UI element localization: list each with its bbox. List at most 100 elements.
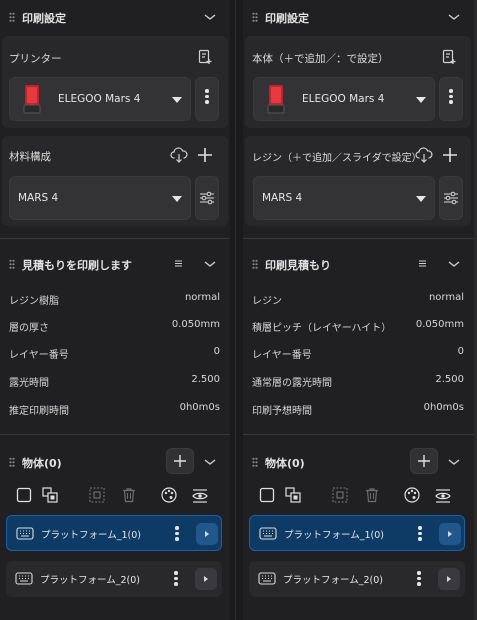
estimate-header[interactable]: 見積もりを印刷します	[0, 247, 230, 281]
list-item-platform-1[interactable]: プラットフォーム_1(0)	[6, 515, 222, 551]
material-label: レジン（＋で追加／スライダで設定）	[252, 153, 422, 164]
print-settings-header[interactable]: 印刷設定	[0, 0, 230, 34]
trash-icon[interactable]	[363, 486, 381, 504]
drag-grip-icon[interactable]	[9, 12, 15, 22]
material-label: 材料構成	[9, 151, 51, 163]
chevron-down-icon[interactable]	[202, 256, 218, 272]
panel-title: 印刷設定	[265, 12, 309, 25]
printer-select[interactable]: ELEGOO Mars 4	[253, 77, 435, 121]
item-label: プラットフォーム_1(0)	[284, 530, 384, 541]
caret-right-icon	[204, 576, 208, 582]
estimate-key: レジン	[252, 296, 282, 307]
palette-icon[interactable]	[403, 486, 421, 504]
estimate-title: 見積もりを印刷します	[22, 259, 132, 272]
palette-icon[interactable]	[160, 486, 178, 504]
material-settings-button[interactable]	[439, 176, 463, 220]
item-expand-button[interactable]	[196, 523, 218, 545]
add-material-icon[interactable]	[442, 147, 458, 163]
item-label: プラットフォーム_1(0)	[41, 530, 141, 541]
add-object-button[interactable]	[410, 448, 438, 474]
chevron-down-icon[interactable]	[446, 9, 462, 25]
more-vertical-icon	[205, 87, 209, 106]
item-more-vertical-icon[interactable]	[174, 569, 178, 588]
chevron-down-icon[interactable]	[202, 454, 218, 470]
estimate-row: レイヤー番号 0	[243, 340, 474, 366]
menu-icon[interactable]	[174, 259, 183, 268]
estimate-key: 積層ピッチ（レイヤーハイト）	[252, 323, 392, 334]
printer-select[interactable]: ELEGOO Mars 4	[9, 77, 191, 121]
estimate-header[interactable]: 印刷見積もり	[243, 247, 474, 281]
chevron-down-icon[interactable]	[202, 9, 218, 25]
cloud-download-icon[interactable]	[415, 147, 433, 163]
drag-grip-icon[interactable]	[9, 457, 15, 467]
drag-grip-icon[interactable]	[252, 12, 258, 22]
add-printer-icon[interactable]	[197, 49, 213, 65]
printer-label: プリンター	[9, 53, 62, 65]
drag-grip-icon[interactable]	[252, 259, 258, 269]
objects-header[interactable]: 物体(0)	[0, 445, 230, 479]
platform-icon	[259, 527, 277, 540]
item-more-vertical-icon[interactable]	[418, 524, 422, 543]
estimate-row: レイヤー番号 0	[0, 340, 230, 366]
objects-title: 物体(0)	[22, 457, 62, 470]
estimate-row: レジン樹脂 normal	[0, 286, 230, 312]
sliders-icon	[200, 191, 214, 205]
material-settings-button[interactable]	[195, 176, 219, 220]
material-card: 材料構成 MARS 4	[2, 136, 228, 226]
material-select[interactable]: MARS 4	[9, 176, 191, 220]
item-more-vertical-icon[interactable]	[175, 524, 179, 543]
material-selected: MARS 4	[262, 192, 303, 204]
caret-right-icon	[205, 531, 209, 537]
printer-settings-button[interactable]	[195, 77, 219, 121]
material-select[interactable]: MARS 4	[253, 176, 435, 220]
printer-settings-button[interactable]	[439, 77, 463, 121]
drag-grip-icon[interactable]	[9, 259, 15, 269]
objects-title: 物体(0)	[265, 457, 305, 470]
item-expand-button[interactable]	[439, 523, 461, 545]
estimate-key: 推定印刷時間	[9, 406, 69, 417]
chevron-down-icon[interactable]	[446, 256, 462, 272]
estimate-key: レイヤー番号	[252, 350, 312, 361]
item-expand-button[interactable]	[438, 568, 460, 590]
objects-header[interactable]: 物体(0)	[243, 445, 474, 479]
right-panel: 印刷設定 本体（＋で追加／：で設定） ELEGOO Mars 4 レジン（＋で追…	[243, 0, 474, 620]
panel-title: 印刷設定	[22, 12, 66, 25]
estimate-value: 0h0m0s	[423, 402, 464, 413]
item-label: プラットフォーム_2(0)	[40, 575, 140, 586]
estimate-value: 0	[213, 346, 220, 357]
menu-icon[interactable]	[418, 259, 427, 268]
list-item-platform-2[interactable]: プラットフォーム_2(0)	[249, 561, 465, 597]
sliders-icon	[444, 191, 458, 205]
printer-icon	[267, 85, 285, 114]
print-settings-header[interactable]: 印刷設定	[243, 0, 474, 34]
visibility-eye-icon[interactable]	[434, 486, 452, 504]
printer-card: 本体（＋で追加／：で設定） ELEGOO Mars 4	[245, 36, 471, 128]
add-printer-icon[interactable]	[441, 49, 457, 65]
add-object-button[interactable]	[166, 448, 194, 474]
estimate-value: 0	[457, 346, 464, 357]
divider	[243, 434, 474, 435]
list-item-platform-2[interactable]: プラットフォーム_2(0)	[6, 561, 222, 597]
list-item-platform-1[interactable]: プラットフォーム_1(0)	[249, 515, 465, 551]
estimate-row: 印刷予想時間 0h0m0s	[243, 396, 474, 422]
chevron-down-icon[interactable]	[446, 454, 462, 470]
estimate-row: 層の厚さ 0.050mm	[0, 313, 230, 339]
select-all-checkbox-icon[interactable]	[15, 486, 33, 504]
material-card: レジン（＋で追加／スライダで設定） MARS 4	[245, 136, 471, 226]
estimate-key: レジン樹脂	[9, 296, 59, 307]
platform-icon	[16, 527, 34, 540]
group-icon[interactable]	[284, 486, 302, 504]
group-icon[interactable]	[41, 486, 59, 504]
cloud-download-icon[interactable]	[170, 147, 188, 163]
estimate-value: 2.500	[191, 374, 220, 385]
select-all-checkbox-icon[interactable]	[258, 486, 276, 504]
add-material-icon[interactable]	[197, 147, 213, 163]
item-expand-button[interactable]	[195, 568, 217, 590]
divider	[0, 238, 230, 239]
fit-frame-icon[interactable]	[331, 486, 349, 504]
drag-grip-icon[interactable]	[252, 457, 258, 467]
item-more-vertical-icon[interactable]	[417, 569, 421, 588]
visibility-eye-icon[interactable]	[191, 486, 209, 504]
fit-frame-icon[interactable]	[88, 486, 106, 504]
trash-icon[interactable]	[120, 486, 138, 504]
